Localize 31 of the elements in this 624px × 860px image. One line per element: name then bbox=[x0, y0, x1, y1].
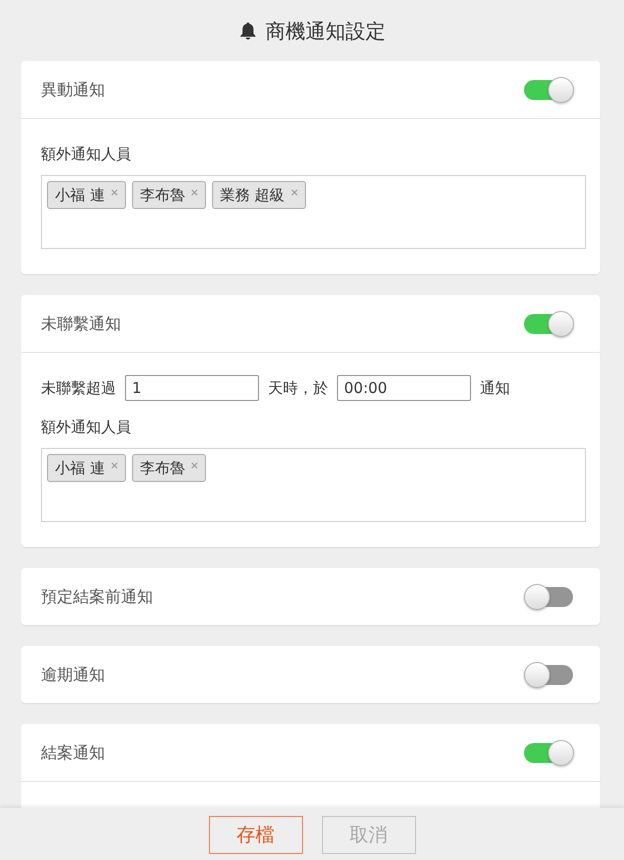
toggle-switch[interactable] bbox=[524, 76, 574, 102]
close-icon[interactable] bbox=[110, 462, 118, 468]
person-name: 小福 連 bbox=[55, 458, 105, 478]
close-icon[interactable] bbox=[190, 462, 198, 468]
rule-text: 通知 bbox=[480, 378, 510, 399]
toggle-switch[interactable] bbox=[524, 310, 574, 336]
person-name: 小福 連 bbox=[55, 185, 105, 205]
toggle-switch[interactable] bbox=[524, 740, 574, 766]
toggle-switch[interactable] bbox=[524, 584, 574, 610]
card-title: 結案通知 bbox=[41, 742, 105, 764]
person-name: 李布魯 bbox=[140, 185, 185, 205]
people-select-field[interactable]: 小福 連 李布魯 業務 超級 bbox=[41, 175, 586, 249]
card-title: 預定結案前通知 bbox=[41, 586, 153, 608]
card-title: 異動通知 bbox=[41, 78, 105, 100]
field-label: 額外通知人員 bbox=[41, 417, 132, 438]
card-title: 未聯繫通知 bbox=[41, 312, 121, 334]
input-field[interactable]: 00:00 bbox=[337, 375, 471, 401]
close-icon[interactable] bbox=[290, 188, 298, 196]
input-field[interactable]: 1 bbox=[125, 375, 259, 401]
field-label: 額外通知人員 bbox=[41, 144, 132, 165]
person-name: 李布魯 bbox=[140, 458, 185, 478]
close-icon[interactable] bbox=[190, 188, 198, 196]
rule-text: 天時，於 bbox=[268, 378, 328, 399]
person-name: 業務 超級 bbox=[220, 185, 285, 205]
bell-icon bbox=[238, 22, 256, 40]
rule-text: 未聯繫超過 bbox=[41, 378, 116, 399]
close-icon[interactable] bbox=[110, 188, 118, 196]
page-title: 商機通知設定 bbox=[266, 18, 386, 44]
toggle-switch[interactable] bbox=[524, 662, 574, 688]
card-title: 逾期通知 bbox=[41, 664, 105, 686]
people-select-field[interactable]: 小福 連 李布魯 bbox=[41, 448, 586, 522]
